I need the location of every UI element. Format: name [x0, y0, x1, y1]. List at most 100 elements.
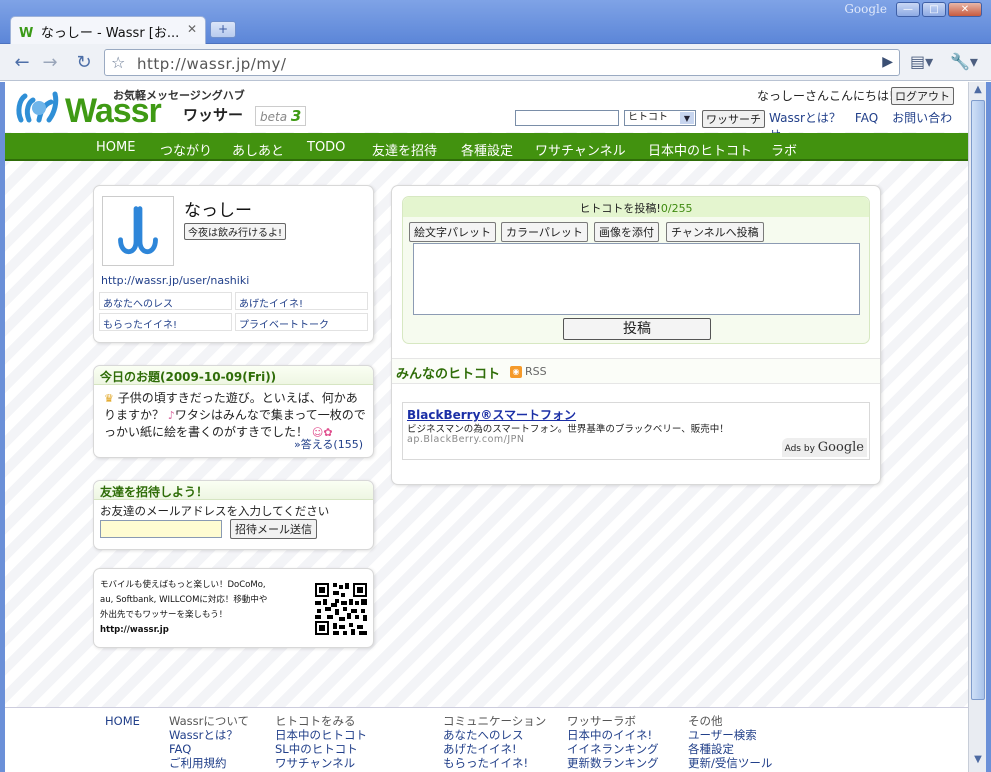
footer-home-link[interactable]: HOME: [105, 714, 140, 728]
footer-link[interactable]: もらったイイネ!: [443, 756, 546, 770]
footer-link[interactable]: 各種設定: [688, 742, 772, 756]
mobile-url[interactable]: http://wassr.jp: [100, 625, 169, 635]
sponsored-ad: BlackBerry®スマートフォン ビジネスマンの為のスマートフォン。世界基準…: [402, 402, 870, 460]
footer-home-col: HOME: [105, 714, 140, 728]
ads-by-google[interactable]: Ads by Google: [781, 438, 867, 457]
search-input[interactable]: [515, 110, 619, 126]
scrollbar-thumb[interactable]: [971, 100, 985, 700]
url-text[interactable]: http://wassr.jp/my/: [137, 55, 286, 73]
attach-image-button[interactable]: 画像を添付: [594, 222, 659, 242]
nav-item-connections[interactable]: つながり: [160, 140, 212, 159]
footer-link[interactable]: FAQ: [169, 742, 249, 756]
footer-link[interactable]: イイネランキング: [567, 742, 659, 756]
post-textarea[interactable]: [413, 243, 860, 315]
about-link[interactable]: Wassrとは？: [769, 111, 841, 125]
footer-link[interactable]: 更新数ランキング: [567, 756, 659, 770]
close-window-button[interactable]: ✕: [948, 2, 982, 17]
private-talk-link[interactable]: プライベートトーク: [235, 313, 368, 331]
nav-item-lab[interactable]: ラボ: [771, 140, 797, 159]
ad-description: ビジネスマンの為のスマートフォン。世界基準のブラックベリー、販売中！: [407, 424, 729, 435]
invite-title: 友達を招待しよう！: [94, 481, 373, 500]
tab-close-icon[interactable]: ✕: [187, 22, 197, 36]
send-invite-button[interactable]: 招待メール送信: [230, 519, 317, 539]
chevron-down-icon: ▼: [680, 112, 694, 124]
footer-heading: ワッサーラボ: [567, 714, 636, 728]
color-palette-button[interactable]: カラーパレット: [501, 222, 588, 242]
qr-code-icon: [315, 583, 367, 635]
emoji-palette-button[interactable]: 絵文字パレット: [409, 222, 496, 242]
browser-tab[interactable]: W なっしー - Wassr [お... ✕: [10, 16, 206, 44]
footer-link[interactable]: 日本中のヒトコト: [275, 728, 367, 742]
nav-item-invite[interactable]: 友達を招待: [372, 140, 437, 159]
footer-link[interactable]: あげたイイネ!: [443, 742, 546, 756]
profile-card: なっしー 今夜は飲み行けるよ! http://wassr.jp/user/nas…: [93, 185, 374, 343]
footer-heading: Wassrについて: [169, 714, 250, 728]
footer-link[interactable]: ご利用規約: [169, 756, 249, 770]
wrench-menu-icon[interactable]: 🔧▾: [950, 52, 978, 71]
music-note-icon: ♪: [167, 409, 175, 422]
footer-link[interactable]: ユーザー検索: [688, 728, 772, 742]
post-header: ヒトコトを投稿!0/255: [403, 197, 869, 217]
nav-item-todo[interactable]: TODO: [307, 140, 345, 155]
mobile-line3: 外出先でもワッサーを楽しもう！: [100, 610, 228, 620]
main-nav: HOME つながり あしあと TODO 友達を招待 各種設定 ワサチャンネル 日…: [5, 133, 968, 161]
reload-icon[interactable]: ↻: [73, 52, 95, 74]
char-counter: 0/255: [660, 202, 693, 215]
replies-link[interactable]: あなたへのレス: [99, 292, 232, 310]
footer-link[interactable]: 日本中のイイネ!: [567, 728, 659, 742]
maximize-button[interactable]: □: [922, 2, 946, 17]
status-badge[interactable]: 今夜は飲み行けるよ!: [184, 223, 287, 240]
bookmark-star-icon[interactable]: ☆: [111, 53, 125, 72]
beta-label: beta: [260, 110, 288, 124]
browser-toolbar: ← → ↻ ☆ http://wassr.jp/my/ ▶ ▤▾ 🔧▾: [0, 44, 991, 81]
faq-link[interactable]: FAQ: [855, 111, 878, 125]
forward-arrow-icon[interactable]: →: [39, 52, 61, 74]
invite-email-input[interactable]: [100, 520, 222, 538]
footer-col-other: その他 ユーザー検索 各種設定 更新/受信ツール: [688, 714, 772, 770]
rss-icon[interactable]: ◉: [510, 366, 522, 378]
crown-icon: ♛: [104, 392, 114, 405]
profile-url[interactable]: http://wassr.jp/user/nashiki: [101, 274, 249, 287]
vertical-scrollbar[interactable]: ▲ ▼: [968, 82, 986, 772]
wassr-favicon-icon: W: [19, 26, 34, 41]
scroll-up-icon[interactable]: ▲: [972, 84, 984, 98]
footer-link[interactable]: 更新/受信ツール: [688, 756, 772, 770]
footer-link[interactable]: ワサチャンネル: [275, 756, 367, 770]
given-likes-link[interactable]: あげたイイネ!: [235, 292, 368, 310]
nav-item-settings[interactable]: 各種設定: [461, 140, 513, 159]
footer-link[interactable]: SL中のヒトコト: [275, 742, 367, 756]
site-header: Wassr お気軽メッセージングハブ ワッサー beta 3 なっしーさんこんに…: [5, 82, 968, 142]
new-tab-button[interactable]: +: [210, 21, 236, 38]
nav-item-public-timeline[interactable]: 日本中のヒトコト: [648, 140, 752, 159]
logo-tagline: お気軽メッセージングハブ: [113, 89, 245, 102]
go-arrow-icon[interactable]: ▶: [882, 54, 893, 70]
back-arrow-icon[interactable]: ←: [11, 52, 33, 74]
post-to-channel-button[interactable]: チャンネルへ投稿: [666, 222, 764, 242]
minimize-button[interactable]: —: [896, 2, 920, 17]
footer-heading: ヒトコトをみる: [275, 714, 356, 728]
search-scope-select[interactable]: ヒトコト ▼: [624, 110, 696, 126]
search-button[interactable]: ワッサーチ: [702, 110, 765, 128]
logout-button[interactable]: ログアウト: [891, 87, 954, 105]
invite-label: お友達のメールアドレスを入力してください: [100, 504, 330, 518]
page-menu-icon[interactable]: ▤▾: [910, 52, 933, 71]
window-frame-right: [986, 82, 991, 772]
address-bar[interactable]: ☆ http://wassr.jp/my/ ▶: [104, 49, 900, 76]
footer-link[interactable]: あなたへのレス: [443, 728, 546, 742]
rss-link[interactable]: RSS: [525, 365, 547, 378]
avatar[interactable]: [102, 196, 174, 266]
received-likes-link[interactable]: もらったイイネ!: [99, 313, 232, 331]
tab-title: なっしー - Wassr [お...: [40, 26, 180, 41]
nav-item-home[interactable]: HOME: [96, 140, 135, 155]
footer-link[interactable]: Wassrとは？: [169, 728, 249, 742]
footer-heading: コミュニケーション: [443, 714, 547, 728]
nav-item-channels[interactable]: ワサチャンネル: [535, 140, 626, 159]
answer-topic-link[interactable]: »答える(155): [294, 436, 363, 452]
footer-col-lab: ワッサーラボ 日本中のイイネ! イイネランキング 更新数ランキング: [567, 714, 659, 770]
scroll-down-icon[interactable]: ▼: [972, 754, 984, 768]
post-submit-button[interactable]: 投稿: [563, 318, 711, 340]
mobile-promo-text: モバイルも使えばもっと楽しい！DoCoMo, au, Softbank, WIL…: [100, 578, 300, 638]
nav-item-footprints[interactable]: あしあと: [232, 140, 284, 159]
ad-url[interactable]: ap.BlackBerry.com/JPN: [407, 434, 525, 445]
beta-badge: beta 3: [255, 106, 307, 126]
